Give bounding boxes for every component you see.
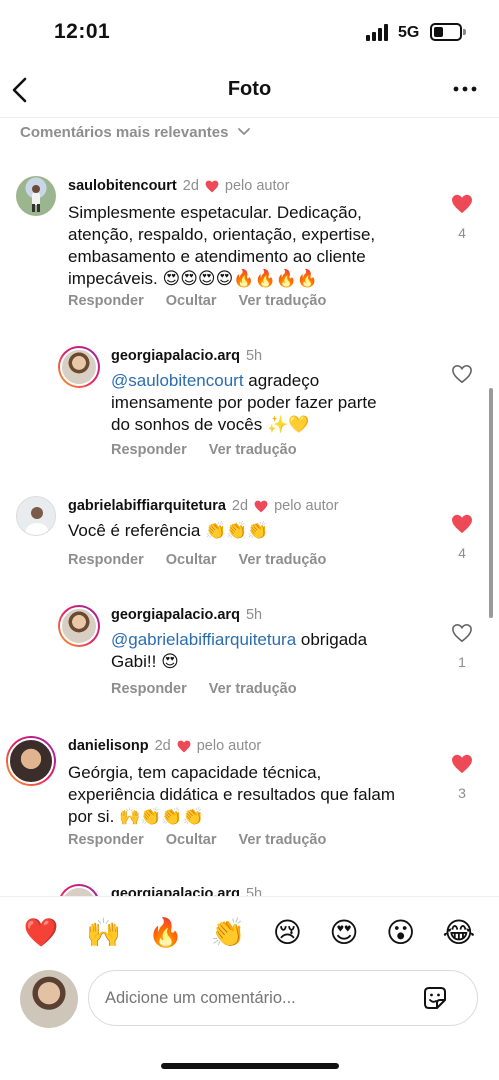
reaction-clap[interactable]: 👏 — [210, 916, 245, 949]
hide-button[interactable]: Ocultar — [166, 552, 217, 568]
reply-button[interactable]: Responder — [68, 552, 144, 568]
comment-time: 2d — [182, 178, 199, 194]
translate-button[interactable]: Ver tradução — [239, 293, 327, 309]
author-badge: pelo autor — [224, 178, 290, 194]
heart-filled-icon[interactable] — [451, 754, 473, 774]
reaction-crying[interactable]: 😢 — [273, 916, 302, 949]
heart-outline-icon[interactable] — [451, 623, 473, 643]
translate-button[interactable]: Ver tradução — [209, 681, 297, 697]
comment-time: 2d — [231, 498, 249, 514]
hide-button[interactable]: Ocultar — [166, 293, 217, 309]
reaction-heart-eyes[interactable]: 😍 — [329, 916, 358, 949]
sort-label: Comentários mais relevantes — [20, 123, 229, 141]
reply-actions: Responder Ver tradução — [111, 681, 297, 697]
reaction-laughing[interactable]: 😂 — [443, 916, 476, 949]
avatar[interactable] — [16, 176, 56, 216]
avatar[interactable] — [58, 605, 100, 647]
avatar[interactable] — [58, 346, 100, 388]
comment-username[interactable]: danielisonp — [68, 738, 149, 754]
signal-icon — [366, 24, 390, 41]
like-count: 4 — [458, 225, 466, 241]
status-time: 12:01 — [54, 20, 111, 43]
comment-header: gabrielabiffiarquitetura 2d pelo autor — [68, 498, 339, 514]
translate-button[interactable]: Ver tradução — [239, 552, 327, 568]
comment-text: Geórgia, tem capacidade técnica, experiê… — [68, 763, 395, 826]
reaction-raised-hands[interactable]: 🙌 — [86, 916, 121, 949]
avatar[interactable] — [16, 496, 56, 536]
like-control: 3 — [450, 754, 474, 801]
comment-text: Você é referência 👏👏👏 — [68, 521, 269, 540]
heart-icon — [177, 740, 191, 752]
comment-time: 2d — [154, 738, 171, 754]
like-control — [450, 364, 474, 389]
reaction-heart[interactable]: ❤️ — [24, 916, 59, 949]
reply-button[interactable]: Responder — [68, 293, 144, 309]
comment-username[interactable]: gabrielabiffiarquitetura — [68, 498, 226, 514]
sticker-icon[interactable] — [420, 983, 450, 1013]
translate-button[interactable]: Ver tradução — [209, 442, 297, 458]
comment-text: Simplesmente espetacular. Dedicação, ate… — [68, 203, 376, 288]
comment-composer — [0, 968, 499, 1032]
comment-header: danielisonp 2d pelo autor — [68, 738, 261, 754]
like-count: 4 — [458, 545, 466, 561]
like-count: 1 — [458, 654, 466, 670]
author-badge: pelo autor — [196, 738, 262, 754]
top-nav: Foto — [0, 62, 499, 118]
avatar[interactable] — [20, 970, 78, 1028]
reply-username[interactable]: georgiapalacio.arq — [111, 348, 240, 364]
heart-outline-icon[interactable] — [451, 364, 473, 384]
reply-header: georgiapalacio.arq 5h — [111, 348, 262, 364]
author-badge: pelo autor — [274, 498, 339, 514]
comment-actions: Responder Ocultar Ver tradução — [68, 832, 326, 848]
reply-button[interactable]: Responder — [111, 681, 187, 697]
comment-actions: Responder Ocultar Ver tradução — [68, 552, 326, 568]
more-options-icon[interactable] — [453, 84, 477, 94]
network-label: 5G — [398, 24, 420, 41]
status-bar: 12:01 5G — [0, 0, 499, 62]
like-control: 4 — [450, 194, 474, 241]
reply-button[interactable]: Responder — [111, 442, 187, 458]
scrollbar[interactable] — [489, 388, 493, 618]
like-count: 3 — [458, 785, 466, 801]
reply-item-partial: georgiapalacio.arq 5h — [0, 878, 499, 898]
chevron-down-icon — [238, 128, 251, 135]
heart-icon — [205, 180, 219, 192]
reply-text: @gabrielabiffiarquitetura obrigada Gabi!… — [111, 630, 368, 671]
heart-filled-icon[interactable] — [451, 514, 473, 534]
heart-icon — [254, 500, 268, 512]
like-control: 1 — [450, 623, 474, 670]
avatar[interactable] — [6, 736, 56, 786]
battery-icon — [430, 23, 466, 41]
reply-time: 5h — [245, 607, 263, 623]
hide-button[interactable]: Ocultar — [166, 832, 217, 848]
reply-button[interactable]: Responder — [68, 832, 144, 848]
reply-header: georgiapalacio.arq 5h — [111, 607, 262, 623]
comment-header: saulobitencourt 2d pelo autor — [68, 178, 289, 194]
reply-actions: Responder Ver tradução — [111, 442, 297, 458]
reaction-surprised[interactable]: 😮 — [386, 916, 415, 949]
mention-link[interactable]: @gabrielabiffiarquitetura — [111, 630, 296, 649]
reaction-fire[interactable]: 🔥 — [148, 916, 183, 949]
reply-username[interactable]: georgiapalacio.arq — [111, 607, 240, 623]
heart-filled-icon[interactable] — [451, 194, 473, 214]
comment-username[interactable]: saulobitencourt — [68, 178, 177, 194]
sort-dropdown[interactable]: Comentários mais relevantes — [20, 122, 252, 142]
mention-link[interactable]: @saulobitencourt — [111, 371, 244, 390]
comment-actions: Responder Ocultar Ver tradução — [68, 293, 326, 309]
reply-time: 5h — [245, 348, 263, 364]
like-control: 4 — [450, 514, 474, 561]
translate-button[interactable]: Ver tradução — [239, 832, 327, 848]
home-indicator — [161, 1063, 339, 1069]
reply-text: @saulobitencourt agradeço imensamente po… — [111, 371, 377, 434]
page-title: Foto — [227, 78, 272, 100]
quick-reactions-bar: ❤️ 🙌 🔥 👏 😢 😍 😮 😂 — [0, 896, 499, 968]
